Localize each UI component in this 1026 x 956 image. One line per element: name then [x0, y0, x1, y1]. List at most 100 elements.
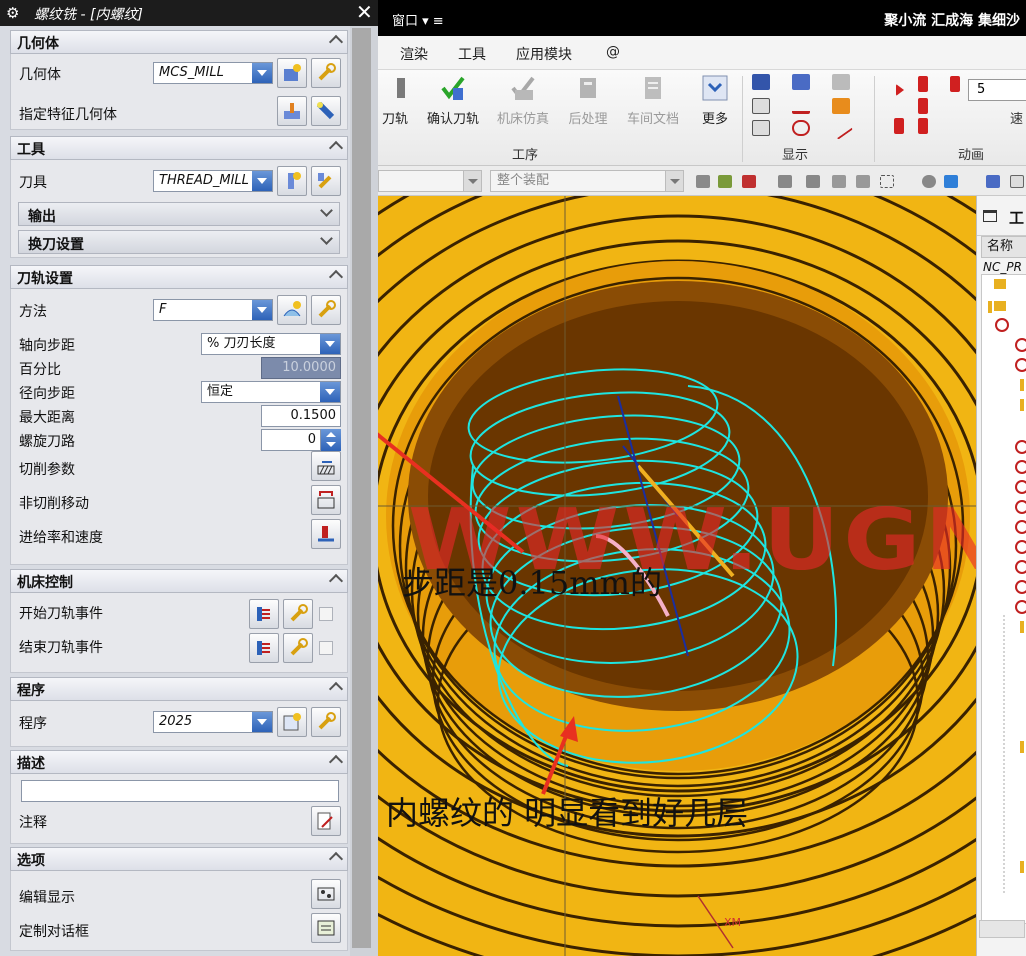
- start-event-button[interactable]: [249, 599, 279, 629]
- new-geometry-button[interactable]: [277, 58, 307, 88]
- navigator-root[interactable]: NC_PR: [983, 260, 1022, 274]
- edit-display-button[interactable]: [311, 879, 341, 909]
- section-geometry[interactable]: 几何体: [10, 30, 348, 54]
- specify-feature-button[interactable]: [277, 96, 307, 126]
- gear-icon[interactable]: ⚙: [6, 4, 19, 22]
- axial-step-dropdown[interactable]: % 刀刃长度: [201, 333, 341, 355]
- non-cut-moves-icon: [317, 491, 335, 509]
- new-tool-button[interactable]: [277, 166, 307, 196]
- max-distance-input[interactable]: 0.1500: [261, 405, 341, 427]
- end-event-button[interactable]: [249, 633, 279, 663]
- section-description[interactable]: 描述: [10, 750, 348, 774]
- ribbon-machine-sim-button[interactable]: 机床仿真: [488, 74, 558, 127]
- display-circle-icon[interactable]: [792, 120, 810, 136]
- end-event-checkbox[interactable]: [319, 641, 333, 655]
- select-icon[interactable]: [742, 175, 756, 188]
- new-program-button[interactable]: [277, 707, 307, 737]
- method-dropdown[interactable]: F: [153, 299, 273, 321]
- anim-step-input[interactable]: 5: [968, 79, 1026, 101]
- menu-app-modules[interactable]: 应用模块: [516, 44, 572, 64]
- dialog-scrollbar[interactable]: [350, 26, 378, 956]
- display-color-icon[interactable]: [832, 98, 850, 114]
- type-filter-combo[interactable]: [378, 170, 482, 192]
- hex-icon[interactable]: [832, 175, 846, 188]
- wrench-icon: [290, 638, 308, 656]
- menu-at[interactable]: @: [606, 44, 620, 60]
- anim-step-back-icon[interactable]: [918, 76, 928, 92]
- display-curve-icon[interactable]: [792, 98, 810, 114]
- tool-dropdown[interactable]: THREAD_MILL: [153, 170, 273, 192]
- ribbon-postprocess-button[interactable]: 后处理: [553, 74, 623, 127]
- snap-icon[interactable]: [696, 175, 710, 188]
- edit-tool-button[interactable]: [311, 166, 341, 196]
- event-icon: [257, 641, 270, 655]
- chevron-up-icon: [328, 754, 344, 770]
- ribbon-more-label: 更多: [701, 112, 728, 127]
- close-icon[interactable]: ✕: [356, 0, 373, 24]
- edit-comment-button[interactable]: [311, 806, 341, 836]
- screen-icon[interactable]: [986, 175, 1000, 188]
- display-window-icon[interactable]: [792, 74, 810, 90]
- custom-dialog-button[interactable]: [311, 913, 341, 943]
- menu-tools[interactable]: 工具: [458, 44, 486, 64]
- non-cut-moves-button[interactable]: [311, 485, 341, 515]
- move-icon[interactable]: [778, 175, 792, 188]
- section-options[interactable]: 选项: [10, 847, 348, 871]
- display-grid-icon[interactable]: [752, 120, 770, 136]
- display-list-icon[interactable]: [752, 98, 770, 114]
- radial-step-dropdown[interactable]: 恒定: [201, 381, 341, 403]
- cube-icon[interactable]: [944, 175, 958, 188]
- wrench-icon: [318, 300, 336, 318]
- navigator-name-column[interactable]: 名称: [981, 236, 1026, 258]
- anim-play-icon[interactable]: [896, 84, 904, 96]
- scope-combo[interactable]: 整个装配: [490, 170, 684, 192]
- section-tool[interactable]: 工具: [10, 136, 348, 160]
- edit-method-button[interactable]: [311, 295, 341, 325]
- window-icon[interactable]: [983, 210, 997, 222]
- graphics-viewport[interactable]: WWW.UGNX.NET 步距是0.15mm的 内螺纹的 明显看到好几层 XM: [378, 196, 976, 956]
- anim-back-icon[interactable]: [918, 118, 928, 134]
- edit-program-button[interactable]: [311, 707, 341, 737]
- anim-step-icon[interactable]: [918, 98, 928, 114]
- section-machine-control[interactable]: 机床控制: [10, 569, 348, 593]
- snap-point-icon[interactable]: [718, 175, 732, 188]
- helix-passes-spinner[interactable]: [321, 429, 341, 451]
- filter-icon[interactable]: [806, 175, 820, 188]
- navigator-scrollbar[interactable]: [979, 920, 1025, 938]
- window-menu[interactable]: 窗口 ▾ ≡: [392, 10, 444, 29]
- edit-geometry-button[interactable]: [311, 58, 341, 88]
- cut-params-button[interactable]: [311, 451, 341, 481]
- section-path-settings[interactable]: 刀轨设置: [10, 265, 348, 289]
- menu-render[interactable]: 渲染: [400, 44, 428, 64]
- link-icon[interactable]: [856, 175, 870, 188]
- ribbon-shop-doc-button[interactable]: 车间文档: [618, 74, 688, 127]
- new-method-button[interactable]: [277, 295, 307, 325]
- view-icon[interactable]: [1010, 175, 1024, 188]
- display-tool-icon[interactable]: [752, 74, 770, 90]
- show-feature-button[interactable]: [311, 96, 341, 126]
- section-program[interactable]: 程序: [10, 677, 348, 701]
- ribbon-more-button[interactable]: 更多: [680, 74, 750, 127]
- end-event-edit-button[interactable]: [283, 633, 313, 663]
- box-select-icon[interactable]: [880, 175, 894, 188]
- anim-pause-icon[interactable]: [894, 118, 904, 134]
- display-ruler-icon[interactable]: [832, 74, 850, 90]
- feeds-speeds-button[interactable]: [311, 519, 341, 549]
- start-event-edit-button[interactable]: [283, 599, 313, 629]
- start-event-checkbox[interactable]: [319, 607, 333, 621]
- dialog-scroll-thumb[interactable]: [352, 28, 371, 948]
- program-dropdown[interactable]: 2025: [153, 711, 273, 733]
- helix-passes-input[interactable]: 0: [261, 429, 321, 451]
- anim-end-icon[interactable]: [950, 76, 960, 92]
- output-subsection[interactable]: 输出: [18, 202, 340, 226]
- description-input[interactable]: [21, 780, 339, 802]
- percent-input[interactable]: 10.0000: [261, 357, 341, 379]
- geometry-dropdown[interactable]: MCS_MILL: [153, 62, 273, 84]
- section-program-title: 程序: [17, 683, 45, 699]
- display-line-icon[interactable]: [829, 116, 853, 140]
- ribbon-verify-label: 确认刀轨: [426, 112, 479, 127]
- shade-icon[interactable]: [922, 175, 936, 188]
- ribbon-verify-button[interactable]: 确认刀轨: [418, 74, 488, 127]
- tool-change-subsection[interactable]: 换刀设置: [18, 230, 340, 254]
- navigator-tree[interactable]: [981, 274, 1026, 924]
